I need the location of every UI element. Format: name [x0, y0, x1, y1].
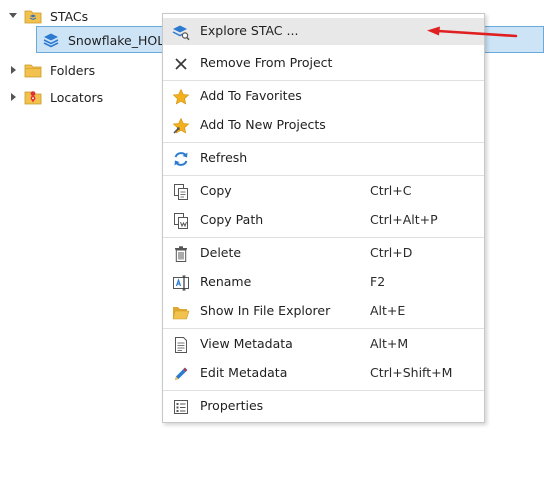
menu-item-label: Edit Metadata — [200, 365, 288, 380]
menu-item-shortcut: Alt+E — [370, 303, 406, 318]
annotation-arrow-icon — [427, 26, 518, 38]
locator-folder-icon — [24, 89, 42, 105]
menu-item-label: Add To New Projects — [200, 117, 326, 132]
menu-item-refresh[interactable]: Refresh — [163, 145, 484, 172]
menu-item-label: View Metadata — [200, 336, 293, 351]
tree-item-stacs[interactable]: STACs — [8, 5, 88, 27]
menu-item-remove-from-project[interactable]: Remove From Project — [163, 50, 484, 77]
rename-icon — [172, 274, 190, 292]
menu-separator — [163, 328, 484, 329]
menu-item-add-to-favorites[interactable]: Add To Favorites — [163, 83, 484, 110]
menu-item-show-in-file-explorer[interactable]: Show In File Explorer Alt+E — [163, 298, 484, 325]
close-icon — [172, 55, 190, 73]
menu-separator — [163, 390, 484, 391]
menu-item-label: Refresh — [200, 150, 248, 165]
copy-icon — [172, 183, 190, 201]
menu-item-label: Show In File Explorer — [200, 303, 331, 318]
menu-item-delete[interactable]: Delete Ctrl+D — [163, 240, 484, 267]
tree-item-locators[interactable]: Locators — [8, 86, 103, 108]
stac-connection-icon — [42, 32, 60, 48]
tree-item-label: Folders — [50, 62, 96, 78]
expand-caret-icon[interactable] — [8, 92, 18, 102]
menu-item-label: Copy Path — [200, 212, 264, 227]
stac-folder-icon — [24, 8, 42, 24]
menu-item-copy[interactable]: Copy Ctrl+C — [163, 178, 484, 205]
tree-item-folders[interactable]: Folders — [8, 59, 95, 81]
open-folder-icon — [172, 303, 190, 321]
pencil-icon — [172, 365, 190, 383]
tree-item-snowflake-hol[interactable]: Snowflake_HOL — [42, 29, 164, 51]
document-icon — [172, 336, 190, 354]
tree-item-label: Snowflake_HOL — [68, 32, 165, 48]
menu-item-edit-metadata[interactable]: Edit Metadata Ctrl+Shift+M — [163, 360, 484, 387]
menu-item-add-to-new-projects[interactable]: Add To New Projects — [163, 112, 484, 139]
menu-item-label: Copy — [200, 183, 232, 198]
trash-icon — [172, 245, 190, 263]
menu-item-shortcut: Ctrl+C — [370, 183, 412, 198]
context-menu: Explore STAC ... Remove From Project Add… — [162, 13, 485, 423]
expand-caret-icon[interactable] — [8, 65, 18, 75]
star-icon — [172, 88, 190, 106]
properties-icon — [172, 398, 190, 416]
menu-item-view-metadata[interactable]: View Metadata Alt+M — [163, 331, 484, 358]
tree-item-label: Locators — [50, 89, 104, 105]
tree-item-label: STACs — [50, 8, 89, 24]
menu-item-shortcut: Ctrl+Alt+P — [370, 212, 438, 227]
menu-item-rename[interactable]: Rename F2 — [163, 269, 484, 296]
menu-separator — [163, 175, 484, 176]
menu-item-shortcut: F2 — [370, 274, 386, 289]
menu-item-shortcut: Ctrl+D — [370, 245, 413, 260]
refresh-icon — [172, 150, 190, 168]
menu-item-label: Add To Favorites — [200, 88, 302, 103]
menu-item-properties[interactable]: Properties — [163, 393, 484, 420]
menu-item-shortcut: Alt+M — [370, 336, 409, 351]
menu-item-shortcut: Ctrl+Shift+M — [370, 365, 453, 380]
menu-separator — [163, 237, 484, 238]
copy-path-icon — [172, 212, 190, 230]
menu-item-label: Delete — [200, 245, 242, 260]
explore-stac-icon — [172, 23, 190, 41]
menu-separator — [163, 80, 484, 81]
menu-item-copy-path[interactable]: Copy Path Ctrl+Alt+P — [163, 207, 484, 234]
menu-separator — [163, 142, 484, 143]
star-add-icon — [172, 117, 190, 135]
menu-item-label: Properties — [200, 398, 264, 413]
menu-item-label: Rename — [200, 274, 252, 289]
menu-item-label: Explore STAC ... — [200, 23, 299, 38]
expand-caret-icon[interactable] — [8, 11, 18, 21]
folder-icon — [24, 62, 42, 78]
menu-item-label: Remove From Project — [200, 55, 333, 70]
